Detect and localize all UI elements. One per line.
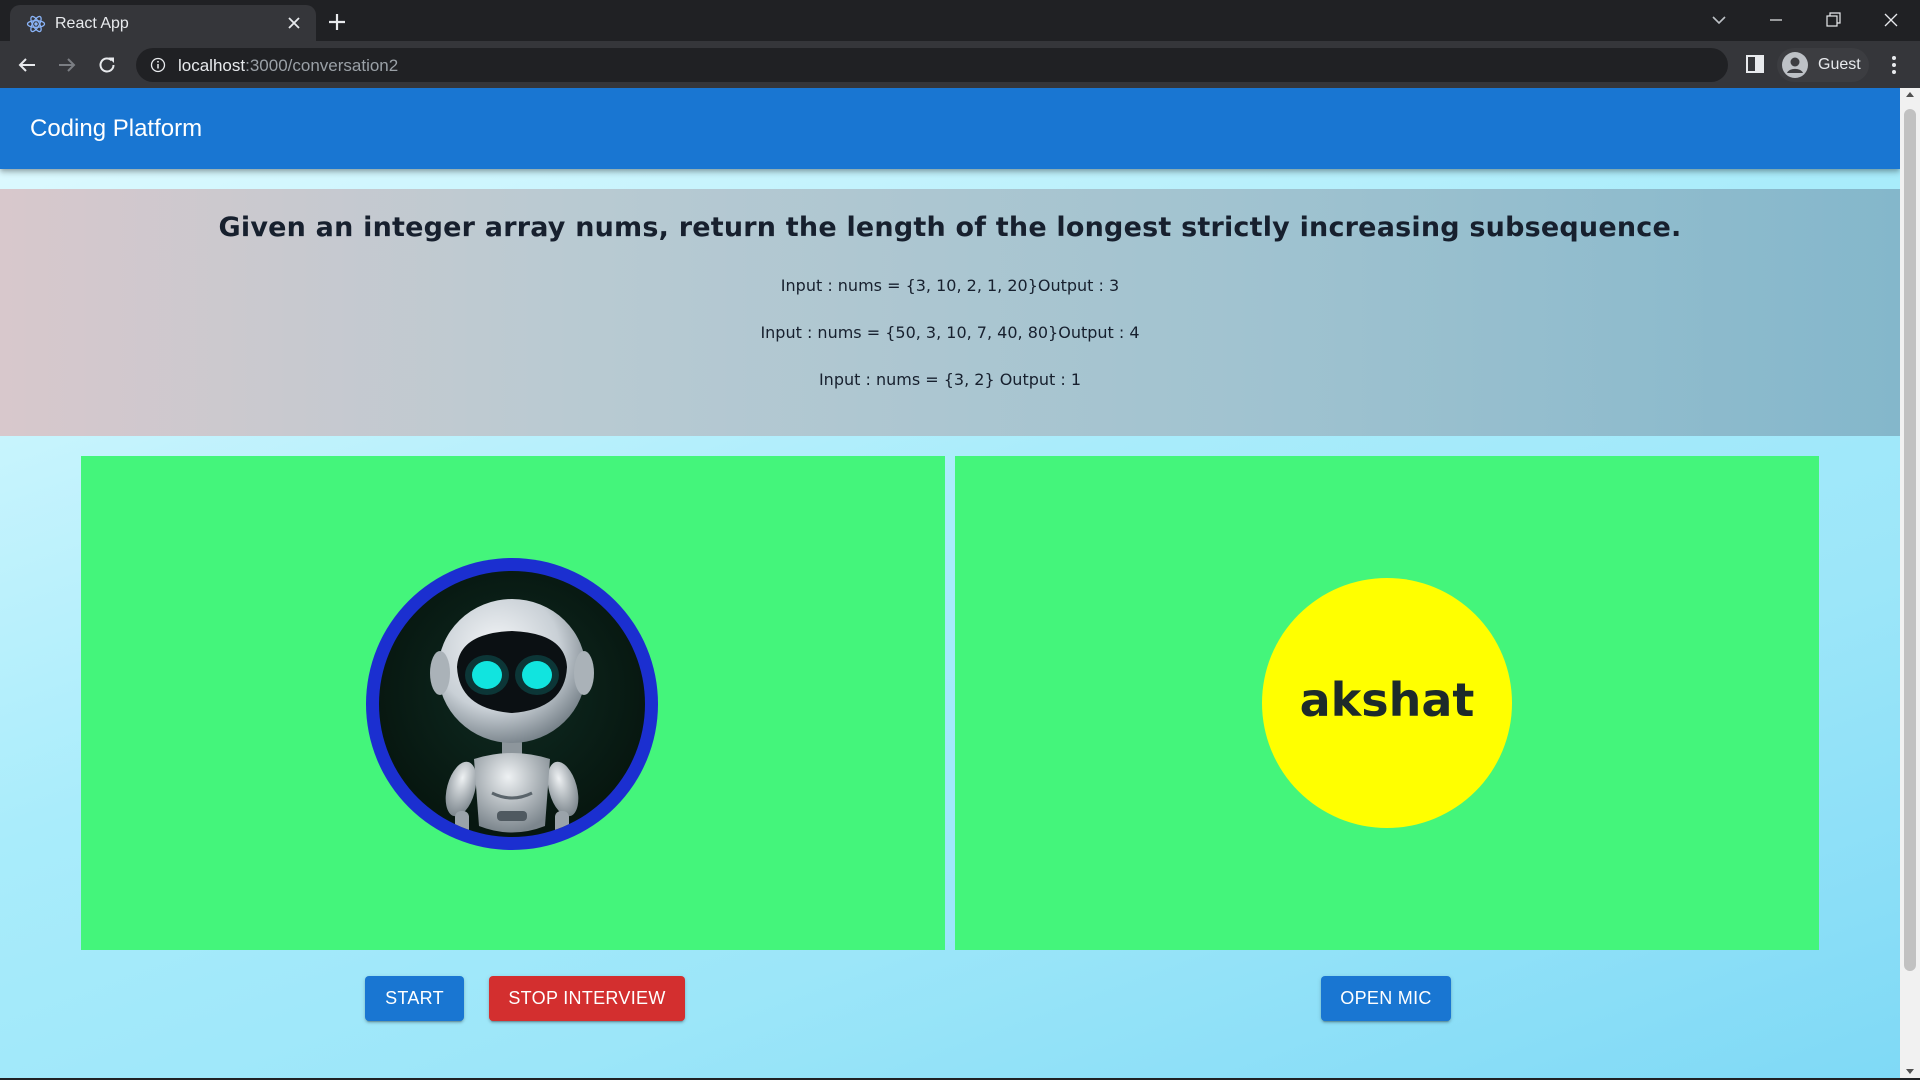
reload-icon[interactable] bbox=[95, 53, 119, 77]
robot-icon bbox=[430, 599, 594, 837]
minimize-icon[interactable] bbox=[1764, 8, 1788, 32]
forward-arrow-icon[interactable] bbox=[55, 53, 79, 77]
candidate-panel: akshat bbox=[955, 456, 1819, 950]
candidate-avatar: akshat bbox=[1262, 578, 1512, 828]
example-3: Input : nums = {3, 2} Output : 1 bbox=[818, 370, 1082, 389]
scroll-up-arrow-icon[interactable] bbox=[1906, 92, 1914, 97]
react-logo-icon bbox=[26, 15, 46, 33]
robot-image bbox=[379, 571, 645, 837]
scroll-thumb[interactable] bbox=[1904, 109, 1916, 971]
tab-title: React App bbox=[55, 15, 129, 32]
page-viewport: Coding Platform Given an integer array n… bbox=[0, 88, 1900, 1078]
browser-toolbar: localhost:3000/conversation2 Guest bbox=[0, 41, 1920, 88]
tab-strip: React App bbox=[0, 0, 1920, 41]
app-title: Coding Platform bbox=[30, 115, 203, 142]
restore-icon[interactable] bbox=[1821, 8, 1845, 32]
question-title: Given an integer array nums, return the … bbox=[218, 212, 1682, 243]
start-button[interactable]: START bbox=[365, 976, 464, 1021]
app-bar: Coding Platform bbox=[0, 88, 1900, 169]
example-1: Input : nums = {3, 10, 2, 1, 20}Output :… bbox=[780, 276, 1120, 295]
profile-button[interactable]: Guest bbox=[1777, 48, 1869, 82]
more-menu-icon[interactable] bbox=[1882, 53, 1906, 77]
stop-interview-button[interactable]: STOP INTERVIEW bbox=[489, 976, 685, 1021]
close-window-icon[interactable] bbox=[1879, 8, 1903, 32]
back-arrow-icon[interactable] bbox=[15, 53, 39, 77]
open-mic-button[interactable]: OPEN MIC bbox=[1321, 976, 1451, 1021]
profile-label: Guest bbox=[1818, 56, 1861, 73]
address-bar[interactable]: localhost:3000/conversation2 bbox=[136, 48, 1728, 82]
interviewer-avatar bbox=[366, 558, 658, 850]
question-card: Given an integer array nums, return the … bbox=[0, 189, 1900, 436]
site-info-icon[interactable] bbox=[150, 57, 166, 73]
example-2: Input : nums = {50, 3, 10, 7, 40, 80}Out… bbox=[760, 323, 1140, 342]
candidate-name: akshat bbox=[1299, 673, 1475, 727]
guest-avatar-icon bbox=[1782, 52, 1808, 78]
scroll-down-arrow-icon[interactable] bbox=[1906, 1069, 1914, 1074]
close-tab-icon[interactable] bbox=[284, 13, 304, 33]
interviewer-panel bbox=[81, 456, 945, 950]
new-tab-icon[interactable] bbox=[326, 11, 348, 33]
browser-tab[interactable]: React App bbox=[10, 5, 316, 41]
url-path: :3000/conversation2 bbox=[245, 56, 399, 75]
url-text: localhost:3000/conversation2 bbox=[178, 56, 398, 76]
tab-search-chevron-icon[interactable] bbox=[1707, 8, 1731, 32]
url-host: localhost bbox=[178, 56, 246, 75]
page-scrollbar[interactable] bbox=[1900, 88, 1920, 1078]
side-panel-icon[interactable] bbox=[1744, 53, 1766, 75]
